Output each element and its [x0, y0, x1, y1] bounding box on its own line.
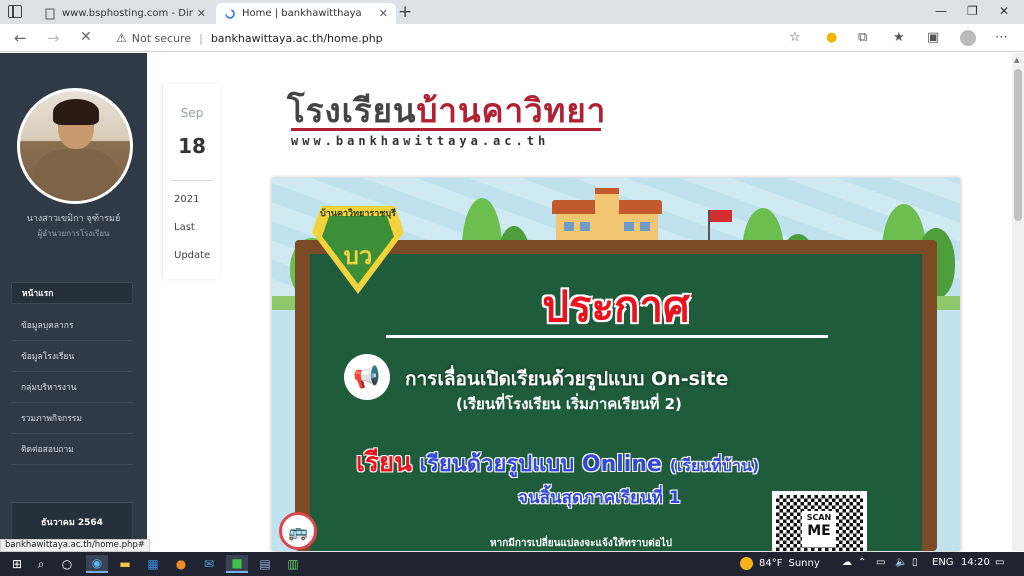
cloud-icon[interactable]: ☁ [842, 557, 852, 568]
announcement-line-3: เรียน เรียนด้วยรูปแบบ Online (เรียนที่บ้… [356, 442, 759, 483]
collections-icon[interactable]: ▣ [927, 30, 939, 45]
up-arrow-icon[interactable]: ⌃ [858, 557, 866, 568]
announcement-line-5: หากมีการเปลี่ยนแปลงจะแจ้งให้ทราบต่อไป [490, 538, 672, 549]
windows-taskbar: ⊞ ⌕ ○ ◉ ▬ ▦ ● ✉ ■ ▤ ▥ 84°F Sunny ☁ ⌃ ▭ 🔈… [0, 552, 1024, 576]
minimize-icon[interactable]: — [935, 4, 947, 18]
line3-blue: เรียนด้วยรูปแบบ Online [419, 452, 662, 477]
lightbulb-icon[interactable]: ● [826, 30, 837, 45]
sidebar-item-gallery[interactable]: รวมภาพกิจกรรม [11, 403, 133, 434]
last-label: Last [174, 222, 195, 233]
tab-title: Home | bankhawitthaya [242, 8, 362, 19]
browser-tab-bar: www.bsphosting.com - DirectAd ✕ Home | b… [0, 0, 1024, 24]
task-view-icon[interactable]: ○ [56, 555, 78, 573]
tab-actions-icon[interactable] [8, 5, 22, 18]
update-label: Update [174, 250, 211, 261]
announcement-line-2: (เรียนที่โรงเรียน เริ่มภาคเรียนที่ 2) [456, 395, 682, 413]
bus-icon[interactable]: 🚌 [279, 512, 317, 550]
more-icon[interactable]: ⋯ [995, 30, 1008, 45]
logo-url: www.bankhawittaya.ac.th [291, 134, 550, 148]
new-tab-icon[interactable]: + [398, 2, 412, 22]
sidebar-item-personnel[interactable]: ข้อมูลบุคลากร [11, 310, 133, 341]
browser-toolbar: ← → ✕ ⚠ Not secure | bankhawittaya.ac.th… [0, 24, 1024, 52]
favorites-icon[interactable]: ★ [893, 30, 905, 45]
tab-title: www.bsphosting.com - DirectAd [62, 8, 193, 19]
volume-icon[interactable]: 🔈 [895, 557, 907, 568]
start-icon[interactable]: ⊞ [6, 555, 28, 573]
back-icon[interactable]: ← [14, 29, 27, 47]
security-label[interactable]: Not secure [132, 32, 191, 45]
logo-underline [291, 128, 601, 131]
store-icon[interactable]: ▦ [142, 555, 164, 573]
scroll-up-icon[interactable]: ▲ [1014, 56, 1019, 64]
sidebar-item-home[interactable]: หน้าแรก [11, 282, 133, 304]
emblem-letters: บว [343, 242, 373, 270]
window-close-icon[interactable]: ✕ [999, 4, 1009, 18]
tab-home[interactable]: Home | bankhawitthaya ✕ [216, 3, 396, 24]
calendar-month[interactable]: ธันวาคม 2564 [11, 502, 133, 542]
language-indicator[interactable]: ENG [932, 557, 954, 568]
network-icon[interactable]: ▯ [912, 557, 918, 568]
emblem-arc-text: บ้านคาวิทยาราชบุรี [320, 209, 396, 219]
close-icon[interactable]: ✕ [197, 7, 206, 20]
loading-icon [225, 8, 235, 19]
page-scrollbar[interactable]: ▲ [1012, 53, 1024, 551]
announcement-banner[interactable]: บ้านคาวิทยาราชบุรี บว ประกาศ 📢 การเลื่อน… [272, 178, 960, 551]
qr-code[interactable]: SCAN ME [772, 491, 867, 551]
restore-icon[interactable]: ❐ [967, 4, 978, 18]
logo-text-school: โรงเรียน [287, 91, 417, 130]
logo-text-name: บ้านคาวิทยา [416, 91, 607, 130]
line3-small: (เรียนที่บ้าน) [669, 456, 760, 475]
page-icon [45, 8, 55, 19]
sidebar-item-admin-groups[interactable]: กลุ่มบริหารงาน [11, 372, 133, 403]
qr-scan-label: SCAN ME [802, 511, 836, 547]
weather-widget[interactable]: 84°F Sunny [740, 557, 820, 570]
announcement-line-4: จนสิ้นสุดภาคเรียนที่ 1 [518, 488, 681, 508]
megaphone-icon: 📢 [344, 354, 390, 400]
warning-icon[interactable]: ⚠ [116, 31, 127, 45]
last-update-card: Sep 18 2021 Last Update [162, 84, 220, 279]
mail-icon[interactable]: ✉ [198, 555, 220, 573]
app-icon[interactable]: ▤ [254, 555, 276, 573]
notifications-icon[interactable]: ▭ [995, 557, 1004, 568]
clock[interactable]: 14:20 [961, 557, 990, 568]
close-icon[interactable]: ✕ [379, 7, 388, 20]
weather-temp: 84°F [759, 558, 783, 569]
edge-icon[interactable]: ◉ [86, 555, 108, 573]
date-month: Sep [180, 106, 204, 120]
stop-icon[interactable]: ✕ [80, 29, 92, 45]
firefox-icon[interactable]: ● [170, 555, 192, 573]
scroll-thumb[interactable] [1014, 69, 1022, 221]
profile-photo [17, 88, 133, 204]
sun-icon [740, 557, 753, 570]
favorite-add-icon[interactable]: ☆ [789, 30, 801, 45]
meet-icon[interactable]: ▭ [876, 557, 885, 568]
address-bar[interactable]: ⚠ Not secure | bankhawittaya.ac.th/home.… [108, 27, 822, 49]
extensions-icon[interactable]: ⧉ [858, 30, 867, 45]
tab-bsphosting[interactable]: www.bsphosting.com - DirectAd ✕ [36, 3, 214, 24]
date-year: 2021 [174, 194, 200, 205]
url-text[interactable]: bankhawittaya.ac.th/home.php [211, 32, 383, 45]
weather-text: Sunny [788, 558, 820, 569]
sidebar-item-contact[interactable]: ติดต่อสอบถาม [11, 434, 133, 465]
announcement-line-1: การเลื่อนเปิดเรียนด้วยรูปแบบ On-site [405, 368, 729, 390]
excel-icon[interactable]: ▥ [282, 555, 304, 573]
date-day: 18 [178, 134, 206, 158]
sidebar-item-school-info[interactable]: ข้อมูลโรงเรียน [11, 341, 133, 372]
announcement-headline: ประกาศ [542, 282, 690, 331]
search-icon[interactable]: ⌕ [30, 555, 52, 573]
headline-divider [386, 335, 828, 338]
sidebar-nav: หน้าแรก ข้อมูลบุคลากร ข้อมูลโรงเรียน กลุ… [11, 282, 133, 465]
forward-icon[interactable]: → [47, 29, 60, 47]
line-icon[interactable]: ■ [226, 555, 248, 573]
flag-icon [710, 210, 732, 222]
line3-red: เรียน [356, 448, 412, 478]
profile-name: นางสาวเขมิกา จุฑ้ารมย์ [26, 214, 121, 224]
divider [171, 180, 213, 181]
sidebar: นางสาวเขมิกา จุฑ้ารมย์ ผู้อำนวยการโรงเรี… [0, 53, 147, 551]
status-url: bankhawittaya.ac.th/home.php# [0, 539, 150, 552]
address-separator: | [199, 31, 203, 45]
file-explorer-icon[interactable]: ▬ [114, 555, 136, 573]
profile-role: ผู้อำนวยการโรงเรียน [37, 229, 110, 238]
profile-avatar-icon[interactable] [960, 30, 976, 46]
